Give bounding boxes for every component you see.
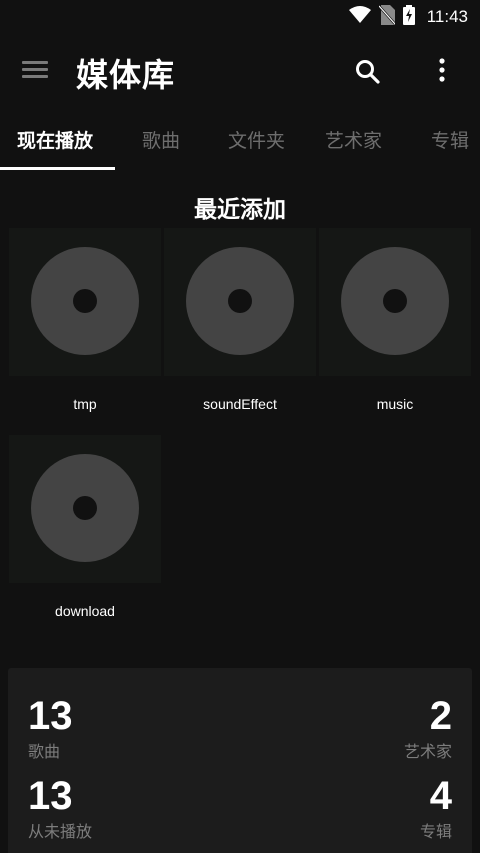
album-cover — [319, 228, 471, 376]
never-played-label: 从未播放 — [28, 822, 93, 841]
tab-bar: 现在播放 歌曲 文件夹 艺术家 专辑 — [0, 110, 480, 170]
wifi-icon — [348, 6, 371, 28]
status-time: 11:43 — [426, 7, 468, 26]
album-card[interactable]: music — [319, 228, 471, 412]
tab-artists[interactable]: 艺术家 — [325, 126, 382, 153]
album-card[interactable]: download — [9, 435, 161, 619]
disc-icon — [186, 247, 294, 355]
artists-label: 艺术家 — [403, 742, 452, 761]
tab-now-playing[interactable]: 现在播放 — [17, 126, 93, 153]
album-cover — [9, 435, 161, 583]
page-title: 媒体库 — [76, 56, 176, 94]
app-bar: 媒体库 — [0, 34, 480, 110]
album-card[interactable]: tmp — [9, 228, 161, 412]
no-sim-icon — [377, 5, 396, 29]
disc-icon — [341, 247, 449, 355]
more-vert-icon[interactable] — [432, 56, 452, 86]
tab-folders[interactable]: 文件夹 — [228, 126, 285, 153]
songs-label: 歌曲 — [28, 742, 61, 761]
album-name: download — [55, 603, 115, 619]
disc-icon — [31, 247, 139, 355]
battery-charging-icon — [402, 5, 415, 29]
albums-label: 专辑 — [419, 822, 452, 841]
tab-albums[interactable]: 专辑 — [431, 126, 469, 153]
albums-count: 4 — [429, 774, 452, 818]
artists-count: 2 — [429, 694, 452, 738]
menu-icon[interactable] — [22, 61, 48, 83]
album-card[interactable]: soundEffect — [164, 228, 316, 412]
disc-icon — [31, 454, 139, 562]
album-name: soundEffect — [203, 396, 277, 412]
library-stats-card: 13 歌曲 2 艺术家 13 从未播放 4 专辑 — [8, 668, 472, 853]
album-cover — [164, 228, 316, 376]
never-played-count: 13 — [28, 774, 73, 818]
album-name: tmp — [73, 396, 97, 412]
tab-songs[interactable]: 歌曲 — [142, 126, 180, 153]
section-title-recently-added: 最近添加 — [194, 197, 286, 223]
search-icon[interactable] — [354, 58, 382, 86]
songs-count: 13 — [28, 694, 73, 738]
status-bar: 11:43 — [0, 0, 480, 34]
album-name: music — [376, 396, 414, 412]
album-cover — [9, 228, 161, 376]
tab-indicator — [0, 167, 115, 170]
